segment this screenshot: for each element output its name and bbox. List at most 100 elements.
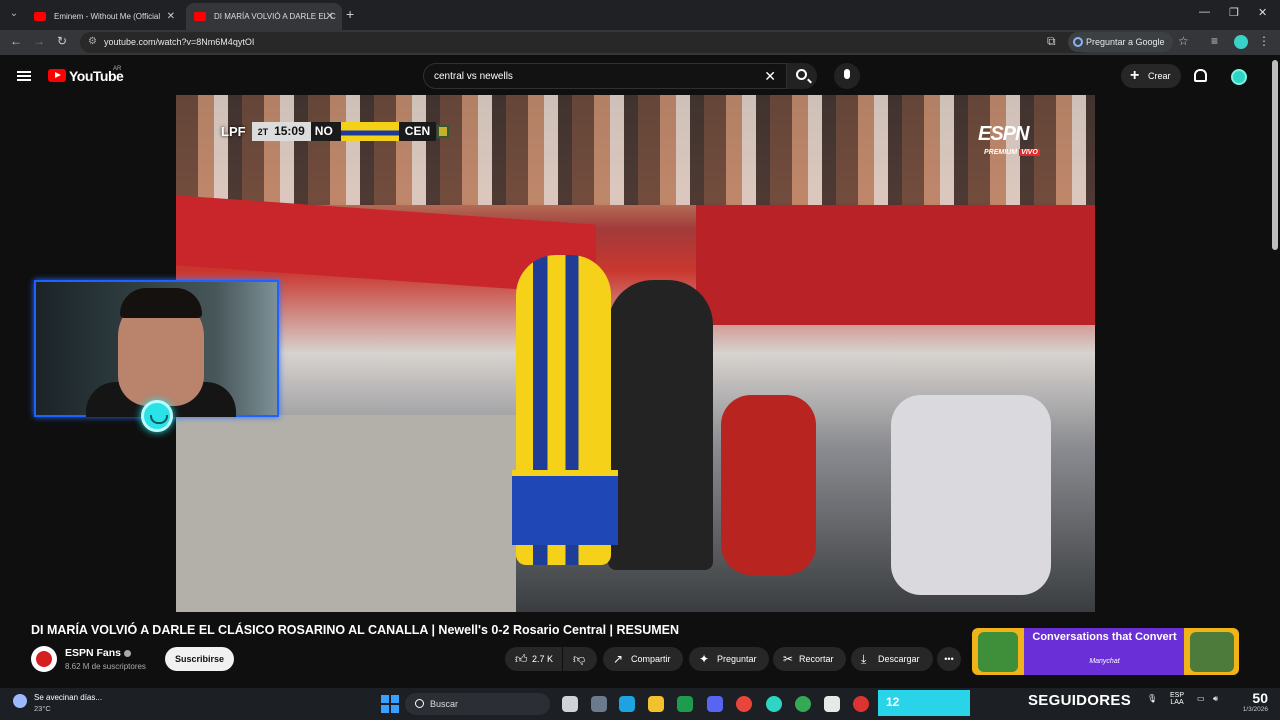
clear-search-icon[interactable]: ✕ [764, 68, 776, 85]
minimize-icon[interactable]: — [1199, 6, 1210, 18]
start-menu-icon[interactable] [381, 695, 399, 713]
download-icon: ⤓ [861, 652, 867, 666]
dislike-button[interactable]: 👎︎ [563, 647, 597, 671]
microphone-icon[interactable]: 🎙︎ [1147, 694, 1157, 703]
youtube-favicon-icon [194, 12, 206, 21]
taskbar-search[interactable]: Buscar [405, 693, 550, 715]
channel-avatar[interactable] [31, 646, 57, 672]
browser-menu-icon[interactable]: ⋮ [1258, 34, 1270, 48]
channel-name[interactable]: ESPN Fans [65, 647, 132, 659]
youtube-header: YouTube AR central vs newells ✕ + Crear [0, 55, 1280, 95]
settings-gear-icon[interactable] [591, 696, 607, 712]
search-input[interactable]: central vs newells ✕ [423, 63, 787, 89]
account-avatar[interactable] [1231, 69, 1247, 85]
system-clock[interactable]: 50 1/3/2026 [1232, 690, 1268, 713]
back-icon[interactable]: ← [10, 34, 22, 48]
create-label: Crear [1148, 71, 1171, 81]
site-info-icon[interactable]: ⚙ [88, 36, 97, 47]
restore-icon[interactable]: ❐ [1229, 6, 1239, 19]
more-actions-icon[interactable]: ••• [937, 647, 961, 671]
file-explorer-icon[interactable] [648, 696, 664, 712]
bench-person [891, 395, 1051, 595]
tab-title: Eminem - Without Me (Official [54, 12, 161, 21]
youtube-logo-icon[interactable] [48, 69, 66, 82]
search-button[interactable] [787, 63, 817, 89]
league-label: LPF [221, 123, 246, 139]
clip-button[interactable]: ✂ Recortar [773, 647, 846, 671]
streamer-hair [120, 288, 202, 318]
coach-figure [608, 280, 713, 570]
cast-icon[interactable]: ⧉ [1047, 34, 1056, 49]
menu-icon[interactable] [17, 71, 31, 81]
seated-person [721, 395, 816, 575]
chrome-alt-icon[interactable] [795, 696, 811, 712]
player-shorts [512, 470, 618, 545]
browser-profile-avatar[interactable] [1234, 35, 1248, 49]
stadium-wall [176, 415, 516, 612]
windows-taskbar: Se avecinan días... 23°C Buscar 12 SEGUI… [0, 688, 1280, 720]
bookmark-star-icon[interactable]: ☆ [1178, 34, 1189, 48]
app-icon[interactable] [853, 696, 869, 712]
discord-icon[interactable] [707, 696, 723, 712]
ad-photo [978, 632, 1018, 672]
browser-tab-strip: ⌄ Eminem - Without Me (Official ✕ DI MAR… [0, 0, 1280, 30]
video-title: DI MARÍA VOLVIÓ A DARLE EL CLÁSICO ROSAR… [31, 623, 679, 637]
clock-value: 15:09 [274, 123, 305, 138]
chrome-icon[interactable] [736, 696, 752, 712]
youtube-favicon-icon [34, 12, 46, 21]
language-indicator[interactable]: ESP LAA [1170, 692, 1184, 706]
weather-icon[interactable] [13, 694, 27, 708]
page-scrollbar[interactable] [1272, 60, 1278, 250]
clock-date: 1/3/2026 [1242, 706, 1268, 713]
subscribe-button[interactable]: Suscribirse [165, 647, 234, 671]
edge-browser-icon[interactable] [619, 696, 635, 712]
clock-time: 50 [1252, 690, 1268, 706]
store-icon[interactable] [824, 696, 840, 712]
volume-icon[interactable]: 🔊︎ [1213, 694, 1218, 704]
match-clock: 2T 15:09 [251, 121, 311, 141]
media-controls-icon[interactable]: ≡ [1211, 34, 1218, 48]
clip-label: Recortar [799, 654, 834, 664]
ad-headline: Conversations that Convert [1032, 631, 1177, 643]
verified-icon [124, 649, 132, 657]
close-tab-icon[interactable]: ✕ [326, 3, 334, 30]
chrome-profile-icon[interactable] [766, 696, 782, 712]
like-button[interactable]: 👍︎ 2.7 K [505, 647, 562, 671]
address-bar[interactable]: ⚙ youtube.com/watch?v=8Nm6M4qytOI [80, 32, 1090, 53]
taskbar-search-label: Buscar [430, 699, 459, 709]
network-icon[interactable]: ▭ [1197, 694, 1205, 703]
ad-photo [1190, 632, 1234, 672]
plus-icon: + [1130, 67, 1140, 84]
excel-icon[interactable] [677, 696, 693, 712]
forward-icon[interactable]: → [33, 34, 45, 48]
download-button[interactable]: ⤓ Descargar [851, 647, 933, 671]
task-view-icon[interactable] [562, 696, 578, 712]
scoreboard-wipe [340, 121, 399, 141]
team2-label: CEN [398, 121, 437, 141]
reload-icon[interactable]: ↻ [57, 34, 67, 48]
notifications-bell-icon[interactable] [1194, 69, 1207, 82]
follower-label: SEGUIDORES [1028, 692, 1132, 709]
share-button[interactable]: ↗ Compartir [603, 647, 683, 671]
sidebar-ad-banner[interactable]: Conversations that Convert Manychat [972, 628, 1239, 675]
close-tab-icon[interactable]: ✕ [167, 3, 175, 30]
subscriber-count: 8.62 M de suscriptores [65, 662, 146, 671]
voice-search-icon[interactable] [834, 63, 860, 89]
ask-google-button[interactable]: Preguntar a Google [1068, 32, 1173, 52]
share-icon: ↗ [613, 652, 624, 666]
close-window-icon[interactable]: ✕ [1258, 6, 1267, 19]
download-label: Descargar [878, 654, 920, 664]
stadium-banner [696, 205, 1095, 325]
create-button[interactable]: + Crear [1121, 64, 1181, 88]
ask-button[interactable]: ✦ Preguntar [689, 647, 769, 671]
video-player[interactable]: LPF 2T 15:09 NO CEN ESPN PREMIUM VIVO [176, 95, 1095, 612]
search-icon [415, 699, 424, 708]
smiley-badge-icon [141, 400, 173, 432]
broadcaster-tier: PREMIUM [984, 149, 1018, 156]
tab-search-menu-icon[interactable]: ⌄ [6, 6, 22, 22]
new-tab-icon[interactable]: + [346, 6, 354, 22]
browser-tab-eminem[interactable]: Eminem - Without Me (Official ✕ [26, 3, 183, 30]
search-icon [796, 69, 807, 80]
browser-tab-active[interactable]: DI MARÍA VOLVIÓ A DARLE EL C ✕ [186, 3, 342, 30]
tab-title: DI MARÍA VOLVIÓ A DARLE EL C [214, 12, 336, 21]
